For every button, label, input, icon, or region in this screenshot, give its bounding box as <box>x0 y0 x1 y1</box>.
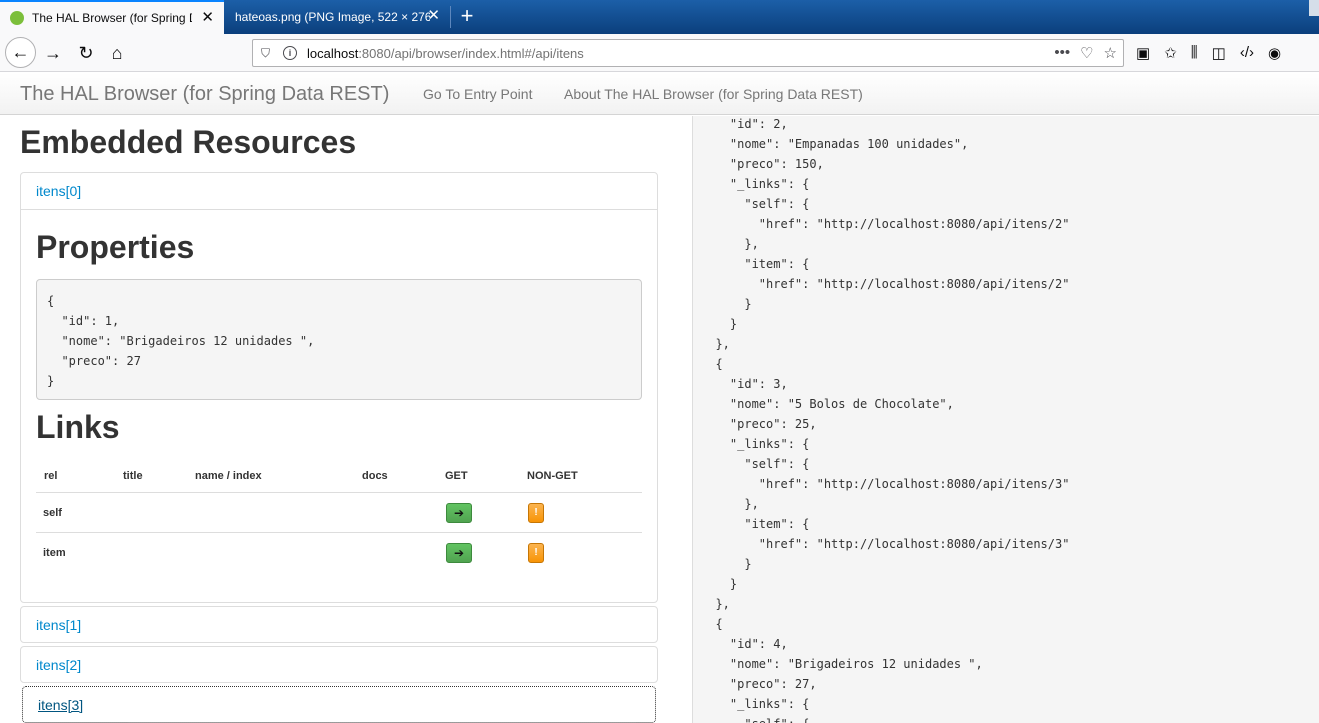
app-brand[interactable]: The HAL Browser (for Spring Data REST) <box>20 83 389 106</box>
embedded-item-toggle[interactable]: itens[0] <box>21 173 657 210</box>
arrow-right-icon: ➔ <box>453 546 465 560</box>
reload-icon[interactable]: ↻ <box>71 38 101 68</box>
embedded-item-toggle[interactable]: itens[2] <box>21 647 657 684</box>
rel-cell: self <box>43 507 62 519</box>
bookmark-star-icon[interactable]: ☆ <box>1104 44 1117 62</box>
hal-navbar: The HAL Browser (for Spring Data REST) G… <box>0 73 1319 115</box>
properties-heading: Properties <box>36 229 195 265</box>
go-to-entry-point-link[interactable]: Go To Entry Point <box>423 86 532 102</box>
tab-title: hateoas.png (PNG Image, 522 × 276 p <box>235 10 430 24</box>
table-row: item ➔ ! <box>36 532 642 571</box>
back-arrow-icon[interactable]: ← <box>5 37 36 68</box>
shield-icon[interactable]: ⛉ <box>261 46 275 60</box>
reading-list-icon[interactable]: ✩ <box>1164 44 1177 62</box>
exclamation-icon: ! <box>534 547 538 558</box>
table-row: self ➔ ! <box>36 493 642 532</box>
non-get-button[interactable]: ! <box>528 503 544 523</box>
tab-hal-browser[interactable]: The HAL Browser (for Spring Data ✕ <box>0 0 224 34</box>
home-icon[interactable]: ⌂ <box>102 38 132 68</box>
exclamation-icon: ! <box>534 507 538 518</box>
properties-json: { "id": 1, "nome": "Brigadeiros 12 unida… <box>36 279 642 400</box>
get-arrow-button[interactable]: ➔ <box>446 543 472 563</box>
spring-leaf-icon <box>10 11 24 25</box>
embedded-item-card: itens[2] <box>20 646 658 683</box>
close-icon[interactable]: ✕ <box>427 8 440 24</box>
column-header: GET <box>445 470 468 482</box>
embedded-item-card: itens[1] <box>20 606 658 643</box>
developer-tools-icon[interactable]: ‹/› <box>1240 44 1254 62</box>
table-header-row: rel title name / index docs GET NON-GET <box>36 458 642 493</box>
tab-hateoas-image[interactable]: hateoas.png (PNG Image, 522 × 276 p ✕ <box>225 0 450 34</box>
new-tab-plus-icon[interactable]: + <box>456 4 478 28</box>
library-icon[interactable]: ⫼ <box>1191 44 1198 62</box>
embedded-item-toggle[interactable]: itens[1] <box>21 607 657 644</box>
get-arrow-button[interactable]: ➔ <box>446 503 472 523</box>
navigation-toolbar: ← → ↻ ⌂ ⛉ i localhost:8080/api/browser/i… <box>0 34 1319 72</box>
tab-separator <box>450 6 451 28</box>
info-icon[interactable]: i <box>283 46 297 60</box>
non-get-button[interactable]: ! <box>528 543 544 563</box>
column-header: title <box>123 470 143 482</box>
embedded-item-toggle[interactable]: itens[3] <box>23 687 655 723</box>
url-bar[interactable]: ⛉ i localhost:8080/api/browser/index.htm… <box>252 39 1124 67</box>
more-actions-icon[interactable]: ••• <box>1054 44 1070 62</box>
account-icon[interactable]: ◉ <box>1268 44 1281 62</box>
column-header: rel <box>44 470 58 482</box>
tab-strip: The HAL Browser (for Spring Data ✕ hateo… <box>0 0 1319 34</box>
embedded-resources-panel: Embedded Resources itens[0] Properties {… <box>0 116 692 723</box>
response-body-json: "id": 2, "nome": "Empanadas 100 unidades… <box>715 117 1070 723</box>
embedded-item-card: itens[0] Properties { "id": 1, "nome": "… <box>20 172 658 603</box>
downloads-icon[interactable]: ▣ <box>1136 44 1150 62</box>
embedded-item-card: itens[3] <box>22 686 656 723</box>
links-table: rel title name / index docs GET NON-GET … <box>36 458 642 571</box>
sidebar-icon[interactable]: ◫ <box>1212 44 1226 62</box>
column-header: docs <box>362 470 388 482</box>
raw-json-panel: "id": 2, "nome": "Empanadas 100 unidades… <box>692 116 1319 723</box>
rel-cell: item <box>43 547 66 559</box>
window-corner <box>1309 0 1319 16</box>
arrow-right-icon: ➔ <box>453 506 465 520</box>
forward-arrow-icon[interactable]: → <box>38 38 68 68</box>
links-heading: Links <box>36 409 120 445</box>
column-header: NON-GET <box>527 470 578 482</box>
page-title: Embedded Resources <box>20 124 357 160</box>
tab-title: The HAL Browser (for Spring Data <box>32 11 192 25</box>
pocket-icon[interactable]: ♡ <box>1080 44 1093 62</box>
close-icon[interactable]: ✕ <box>201 10 214 26</box>
about-link[interactable]: About The HAL Browser (for Spring Data R… <box>564 86 863 102</box>
url-text[interactable]: localhost:8080/api/browser/index.html#/a… <box>307 46 584 61</box>
column-header: name / index <box>195 470 262 482</box>
